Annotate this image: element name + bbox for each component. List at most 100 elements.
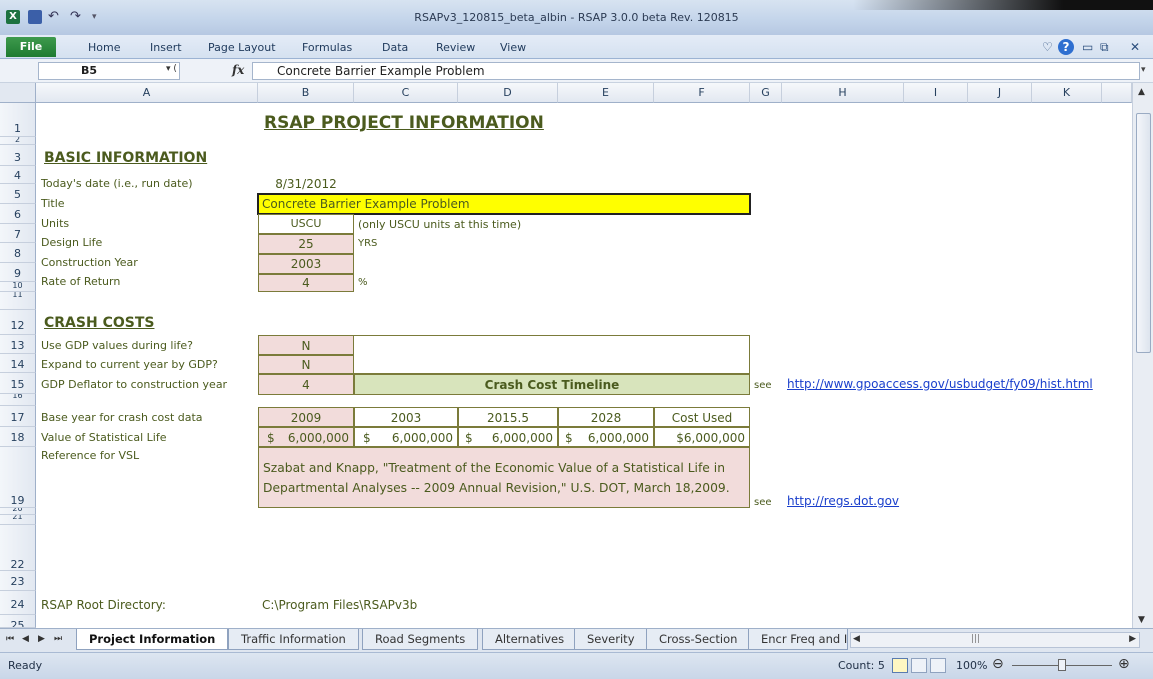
column-header-b[interactable]: B (258, 83, 354, 103)
row-header-23[interactable]: 23 (0, 571, 36, 591)
design-life-value-cell[interactable]: 25 (258, 234, 354, 254)
row-header-25[interactable]: 25 (0, 615, 36, 628)
zoom-slider-thumb[interactable] (1058, 659, 1066, 671)
scroll-right-icon[interactable]: ▶ (1129, 634, 1136, 644)
vertical-scroll-thumb[interactable] (1136, 113, 1151, 353)
formula-expand-icon[interactable]: ▾ (1141, 65, 1146, 75)
prev-sheet-icon[interactable]: ◀ (22, 634, 29, 644)
sheet-tab-traffic-information[interactable]: Traffic Information (228, 629, 359, 650)
column-header-e[interactable]: E (558, 83, 654, 103)
page-layout-view-icon[interactable] (911, 658, 927, 673)
column-header-k[interactable]: K (1032, 83, 1102, 103)
row-header-17[interactable]: 17 (0, 406, 36, 427)
column-header-a[interactable]: A (36, 83, 258, 103)
help-icon[interactable]: ? (1058, 39, 1074, 55)
name-box-dropdown-icon[interactable]: ▾ ( (166, 64, 177, 74)
sheet-tab-encr-freq[interactable]: Encr Freq and I (748, 629, 848, 650)
column-header-f[interactable]: F (654, 83, 750, 103)
scroll-left-icon[interactable]: ◀ (853, 634, 860, 644)
sheet-tab-alternatives[interactable]: Alternatives (482, 629, 578, 650)
cost-used-header-cell[interactable]: Cost Used (654, 407, 750, 427)
column-header-g[interactable]: G (750, 83, 782, 103)
column-header-i[interactable]: I (904, 83, 968, 103)
tab-page-layout[interactable]: Page Layout (202, 39, 282, 57)
close-icon[interactable]: ✕ (1130, 40, 1140, 54)
row-header-18[interactable]: 18 (0, 427, 36, 447)
scroll-up-icon[interactable]: ▲ (1138, 87, 1145, 97)
vsl-2015-cell[interactable]: $ 6,000,000 (458, 427, 558, 447)
root-directory-value[interactable]: C:\Program Files\RSAPv3b (262, 598, 417, 612)
tab-view[interactable]: View (494, 39, 532, 57)
tab-review[interactable]: Review (430, 39, 481, 57)
vsl-2003-cell[interactable]: $ 6,000,000 (354, 427, 458, 447)
tab-file[interactable]: File (6, 37, 56, 57)
gdp-deflator-value-cell[interactable]: 4 (258, 374, 354, 395)
vertical-scrollbar[interactable]: ▲ ▼ (1132, 83, 1153, 628)
normal-view-icon[interactable] (892, 658, 908, 673)
row-header-15[interactable]: 15 (0, 373, 36, 394)
base-year-2015-cell[interactable]: 2015.5 (458, 407, 558, 427)
row-header-12[interactable]: 12 (0, 310, 36, 335)
next-sheet-icon[interactable]: ▶ (38, 634, 45, 644)
zoom-in-icon[interactable]: ⊕ (1118, 656, 1130, 672)
sheet-tab-cross-section[interactable]: Cross-Section (646, 629, 751, 650)
worksheet-grid[interactable]: A B C D E F G H I J K 1 2 3 4 5 6 7 8 9 … (0, 83, 1132, 628)
use-gdp-value-cell[interactable]: N (258, 335, 354, 355)
scroll-grip-icon[interactable]: ||| (971, 634, 980, 644)
sheet-tab-project-information[interactable]: Project Information (76, 629, 229, 650)
zoom-level[interactable]: 100% (956, 659, 987, 672)
expand-gdp-value-cell[interactable]: N (258, 355, 354, 374)
row-header-9[interactable]: 9 (0, 263, 36, 282)
row-header-14[interactable]: 14 (0, 354, 36, 373)
zoom-out-icon[interactable]: ⊖ (992, 656, 1004, 672)
row-header-5[interactable]: 5 (0, 184, 36, 204)
cost-used-value-cell[interactable]: $6,000,000 (654, 427, 750, 447)
column-header-c[interactable]: C (354, 83, 458, 103)
rate-of-return-value-cell[interactable]: 4 (258, 274, 354, 292)
last-sheet-icon[interactable]: ⏭ (54, 634, 62, 644)
tab-data[interactable]: Data (376, 39, 414, 57)
row-header-2[interactable]: 2 (0, 137, 36, 145)
vsl-reference-cell[interactable]: Szabat and Knapp, "Treatment of the Econ… (258, 447, 750, 508)
row-header-10[interactable]: 10 (0, 282, 36, 292)
row-header-19[interactable]: 19 (0, 447, 36, 508)
row-header-22[interactable]: 22 (0, 525, 36, 571)
sheet-tab-severity[interactable]: Severity (574, 629, 648, 650)
row-header-13[interactable]: 13 (0, 335, 36, 354)
row-header-21[interactable]: 21 (0, 515, 36, 525)
row-header-3[interactable]: 3 (0, 145, 36, 166)
row-header-6[interactable]: 6 (0, 204, 36, 224)
tab-insert[interactable]: Insert (144, 39, 188, 57)
page-break-view-icon[interactable] (930, 658, 946, 673)
row-header-8[interactable]: 8 (0, 243, 36, 263)
base-year-2003-cell[interactable]: 2003 (354, 407, 458, 427)
sheet-tab-road-segments[interactable]: Road Segments (362, 629, 479, 650)
tab-home[interactable]: Home (82, 39, 126, 57)
gpo-access-link[interactable]: http://www.gpoaccess.gov/usbudget/fy09/h… (787, 377, 1093, 391)
title-value-cell[interactable]: Concrete Barrier Example Problem (257, 193, 751, 215)
column-header-h[interactable]: H (782, 83, 904, 103)
vsl-2028-cell[interactable]: $ 6,000,000 (558, 427, 654, 447)
base-year-2028-cell[interactable]: 2028 (558, 407, 654, 427)
row-header-24[interactable]: 24 (0, 591, 36, 615)
row-header-11[interactable]: 11 (0, 292, 36, 310)
scroll-down-icon[interactable]: ▼ (1138, 615, 1145, 625)
horizontal-scrollbar[interactable]: ◀ ||| ▶ (850, 632, 1140, 648)
first-sheet-icon[interactable]: ⏮ (6, 634, 14, 644)
column-header-l[interactable] (1102, 83, 1132, 103)
ribbon-collapse-icon[interactable]: ♡ (1042, 40, 1053, 54)
column-header-j[interactable]: J (968, 83, 1032, 103)
units-value-cell[interactable]: USCU (258, 214, 354, 234)
name-box[interactable]: B5 (38, 62, 180, 80)
insert-function-icon[interactable]: fx (232, 63, 244, 77)
row-header-4[interactable]: 4 (0, 166, 36, 184)
construction-year-value-cell[interactable]: 2003 (258, 254, 354, 274)
minimize-icon[interactable]: ▭ (1082, 40, 1093, 54)
todays-date-value[interactable]: 8/31/2012 (258, 177, 354, 191)
formula-input[interactable]: Concrete Barrier Example Problem (252, 62, 1140, 80)
restore-icon[interactable]: ⧉ (1100, 40, 1109, 55)
row-header-16[interactable]: 16 (0, 394, 36, 406)
tab-formulas[interactable]: Formulas (296, 39, 358, 57)
row-header-20[interactable]: 20 (0, 508, 36, 515)
row-header-1[interactable]: 1 (0, 103, 36, 137)
